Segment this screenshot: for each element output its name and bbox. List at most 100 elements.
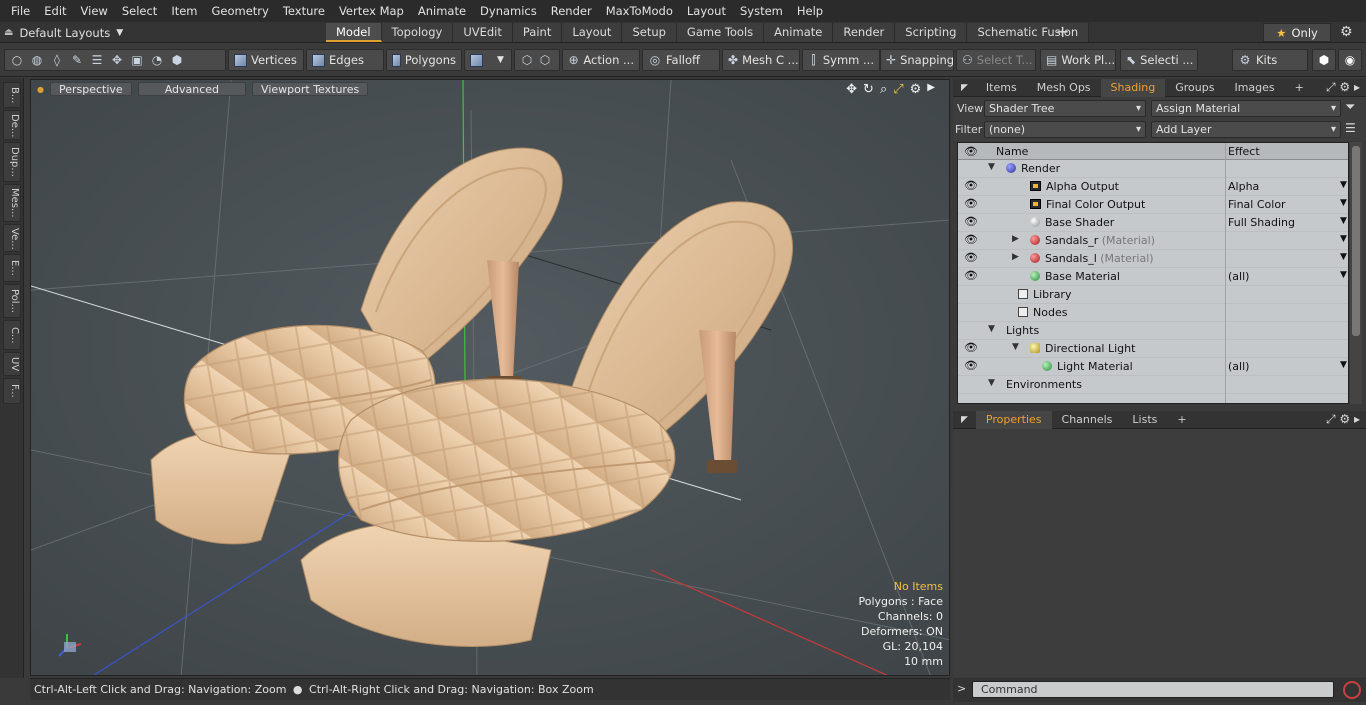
- kits-button[interactable]: ⚙ Kits: [1232, 49, 1308, 71]
- left-tab-0[interactable]: B...: [3, 82, 21, 108]
- menu-item[interactable]: Item: [164, 0, 204, 22]
- perspective-button[interactable]: Perspective: [49, 82, 132, 96]
- play-icon[interactable]: ▶: [927, 82, 935, 97]
- prop-tab-lists[interactable]: Lists: [1122, 411, 1167, 429]
- select-through-button[interactable]: ⚇ Select T...: [956, 49, 1036, 71]
- tree-row[interactable]: Nodes: [958, 304, 1348, 322]
- filter-dropdown[interactable]: (none): [984, 121, 1146, 138]
- menu-help[interactable]: Help: [790, 0, 830, 22]
- assign-material-dropdown[interactable]: Assign Material: [1151, 100, 1341, 117]
- align-icon[interactable]: ☰: [90, 53, 104, 67]
- falloff-button[interactable]: ◎ Falloff: [642, 49, 720, 71]
- pan-icon[interactable]: ✥: [846, 82, 857, 97]
- menu-vertex-map[interactable]: Vertex Map: [332, 0, 411, 22]
- left-tab-9[interactable]: F...: [3, 378, 21, 404]
- name-column-header[interactable]: Name: [996, 145, 1028, 158]
- layer-options-icon[interactable]: ☰: [1345, 121, 1356, 135]
- tab-layout[interactable]: Layout: [562, 23, 623, 42]
- shield-icon[interactable]: ⬢: [170, 53, 184, 67]
- right-tab-shading[interactable]: Shading: [1100, 78, 1166, 97]
- brush-icon[interactable]: ✎: [70, 53, 84, 67]
- zoom-icon[interactable]: ⌕: [880, 82, 887, 97]
- transform-icon[interactable]: ✥: [110, 53, 124, 67]
- expand-open-icon[interactable]: ▼: [1012, 342, 1019, 352]
- chevron-down-icon[interactable]: ▼: [1340, 234, 1347, 244]
- chevron-down-icon[interactable]: ▼: [1340, 198, 1347, 208]
- filter-funnel-icon[interactable]: ⏷: [1345, 100, 1355, 115]
- tree-row[interactable]: 👁 Light Material (all) ▼: [958, 358, 1348, 376]
- command-input[interactable]: Command: [972, 681, 1334, 698]
- panel-menu-icon[interactable]: ◤: [953, 83, 976, 93]
- right-tab-items[interactable]: Items: [976, 79, 1027, 97]
- eye-icon[interactable]: 👁: [964, 341, 978, 354]
- menu-view[interactable]: View: [74, 0, 115, 22]
- home-icon[interactable]: ⏏: [4, 27, 13, 38]
- tab-uvedit[interactable]: UVEdit: [453, 23, 513, 42]
- viewport-textures-button[interactable]: Viewport Textures: [252, 82, 369, 96]
- tab-paint[interactable]: Paint: [512, 23, 563, 42]
- tree-row[interactable]: Library: [958, 286, 1348, 304]
- work-plane-button[interactable]: ▤ Work Pl...: [1040, 49, 1116, 71]
- lasso-icon[interactable]: ◊: [50, 53, 64, 67]
- maximize-icon[interactable]: ⤢: [893, 82, 903, 97]
- chevron-down-icon[interactable]: ▼: [1340, 180, 1347, 190]
- tree-scroll-thumb[interactable]: [1352, 146, 1360, 336]
- add-layer-dropdown[interactable]: Add Layer: [1151, 121, 1341, 138]
- rotate-icon[interactable]: ↻: [863, 82, 874, 97]
- polygons-button[interactable]: Polygons: [386, 49, 462, 71]
- expand-closed-icon[interactable]: ▶: [1012, 252, 1019, 262]
- effect-column-header[interactable]: Effect: [1228, 145, 1260, 158]
- left-tab-5[interactable]: E...: [3, 254, 21, 282]
- tree-row[interactable]: ▼ Environments: [958, 376, 1348, 394]
- chevron-down-icon[interactable]: ▼: [1340, 270, 1347, 280]
- prop-tab-properties[interactable]: Properties: [975, 410, 1052, 429]
- unity-button[interactable]: ⬢: [1312, 49, 1336, 71]
- eye-icon[interactable]: 👁: [964, 269, 978, 282]
- tree-row[interactable]: 👁 Final Color Output Final Color ▼: [958, 196, 1348, 214]
- circle-select-icon[interactable]: ○: [10, 53, 24, 67]
- menu-maxtomodo[interactable]: MaxToModo: [599, 0, 680, 22]
- tab-schematic-fusion[interactable]: Schematic Fusion: [967, 23, 1090, 42]
- mesh-constraints-button[interactable]: ✤ Mesh C ...: [722, 49, 800, 71]
- tab-game-tools[interactable]: Game Tools: [676, 23, 765, 42]
- add-tab-button[interactable]: +: [1056, 22, 1069, 42]
- chevron-down-icon[interactable]: ▼: [1340, 360, 1347, 370]
- right-tab-mesh-ops[interactable]: Mesh Ops: [1027, 79, 1101, 97]
- snapping-button[interactable]: ✛ Snapping: [880, 49, 954, 71]
- menu-file[interactable]: File: [4, 0, 37, 22]
- right-tab-images[interactable]: Images: [1224, 79, 1284, 97]
- eye-icon[interactable]: 👁: [964, 215, 978, 228]
- eye-icon[interactable]: 👁: [964, 251, 978, 264]
- tree-row[interactable]: 👁 ▼ Directional Light: [958, 340, 1348, 358]
- tree-row[interactable]: ▼ Lights: [958, 322, 1348, 340]
- viewport-scene[interactable]: [31, 80, 950, 676]
- prop-tab-channels[interactable]: Channels: [1052, 411, 1123, 429]
- left-tab-2[interactable]: Dup...: [3, 142, 21, 182]
- effect-value[interactable]: (all): [1228, 360, 1249, 373]
- viewport-gear-icon[interactable]: ⚙: [910, 82, 922, 97]
- menu-dynamics[interactable]: Dynamics: [473, 0, 544, 22]
- eye-icon[interactable]: 👁: [964, 233, 978, 246]
- tree-scrollbar[interactable]: [1350, 142, 1362, 404]
- effect-value[interactable]: (all): [1228, 270, 1249, 283]
- effect-value[interactable]: Alpha: [1228, 180, 1259, 193]
- tab-topology[interactable]: Topology: [381, 23, 454, 42]
- left-tab-6[interactable]: Pol...: [3, 284, 21, 318]
- gear-icon[interactable]: ⚙: [1340, 23, 1353, 42]
- frame-icon[interactable]: ▣: [130, 53, 144, 67]
- left-tab-3[interactable]: Mes...: [3, 184, 21, 222]
- menu-layout[interactable]: Layout: [680, 0, 733, 22]
- symmetry-button[interactable]: ⫿ Symm ...: [802, 49, 880, 71]
- expand-closed-icon[interactable]: ▶: [1012, 234, 1019, 244]
- effect-value[interactable]: Final Color: [1228, 198, 1286, 211]
- menu-render[interactable]: Render: [544, 0, 599, 22]
- eye-icon[interactable]: 👁: [964, 179, 978, 192]
- right-add-tab-button[interactable]: +: [1285, 79, 1314, 97]
- right-panel-controls-icon[interactable]: ⤢ ⚙ ▸: [1326, 80, 1366, 95]
- expand-open-icon[interactable]: ▼: [988, 324, 995, 334]
- edges-button[interactable]: Edges: [306, 49, 384, 71]
- tab-animate[interactable]: Animate: [764, 23, 834, 42]
- record-icon[interactable]: [1343, 681, 1361, 699]
- prop-add-tab-button[interactable]: +: [1167, 411, 1196, 429]
- tree-row[interactable]: 👁 ▶ Sandals_r (Material) ▼: [958, 232, 1348, 250]
